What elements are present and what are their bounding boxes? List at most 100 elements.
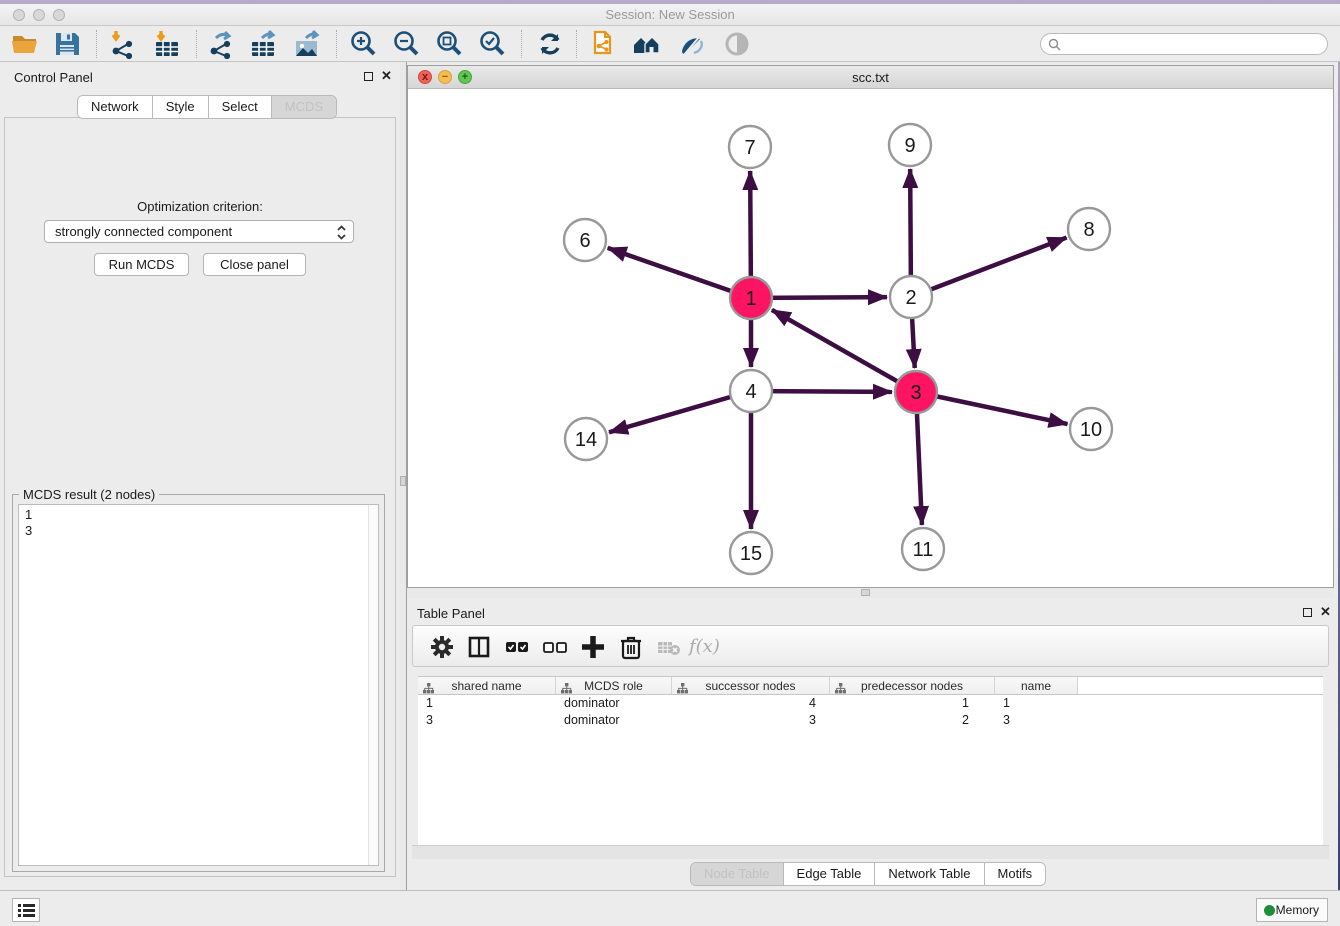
import-table-icon[interactable] xyxy=(152,29,182,59)
horizontal-splitter[interactable] xyxy=(407,588,1334,598)
table-row[interactable]: 1dominator411 xyxy=(418,695,1323,712)
graph-node[interactable]: 9 xyxy=(889,124,931,166)
graph-node-label: 2 xyxy=(905,287,916,309)
hide-selected-icon[interactable] xyxy=(676,29,706,59)
table-cell-predecessor-nodes[interactable]: 2 xyxy=(830,712,995,729)
zoom-in-icon[interactable] xyxy=(348,29,378,59)
table-cell-mcds-role[interactable]: dominator xyxy=(556,695,672,712)
memory-button[interactable]: Memory xyxy=(1256,898,1328,922)
export-network-icon[interactable] xyxy=(206,29,236,59)
mcds-result-textarea[interactable]: 1 3 xyxy=(18,504,379,866)
network-close-button[interactable]: x xyxy=(418,70,432,84)
tab-style[interactable]: Style xyxy=(153,96,209,118)
zoom-fit-icon[interactable] xyxy=(434,29,464,59)
graph-node[interactable]: 3 xyxy=(895,371,937,413)
tab-network[interactable]: Network xyxy=(78,96,153,118)
toolbar-separator xyxy=(576,30,577,58)
delete-column-icon[interactable] xyxy=(616,632,646,662)
float-panel-icon[interactable] xyxy=(1303,608,1312,617)
result-scrollbar[interactable] xyxy=(368,505,378,865)
graph-node[interactable]: 2 xyxy=(890,276,932,318)
network-window-titlebar[interactable]: x − + scc.txt xyxy=(408,66,1333,89)
tab-mcds[interactable]: MCDS xyxy=(272,96,336,118)
import-network-icon[interactable] xyxy=(108,29,138,59)
vertical-splitter[interactable] xyxy=(400,62,407,890)
graph-node[interactable]: 6 xyxy=(564,219,606,261)
graph-node[interactable]: 15 xyxy=(730,532,772,574)
tab-edge-table[interactable]: Edge Table xyxy=(784,863,876,885)
tab-node-table[interactable]: Node Table xyxy=(691,863,784,885)
table-cell-shared-name[interactable]: 3 xyxy=(418,712,556,729)
splitter-handle[interactable] xyxy=(861,589,870,596)
graph-node[interactable]: 1 xyxy=(730,277,772,319)
float-panel-icon[interactable] xyxy=(364,72,373,81)
graph-node-label: 3 xyxy=(910,382,921,404)
table-panel-title: Table Panel xyxy=(417,606,485,621)
table-cell-predecessor-nodes[interactable]: 1 xyxy=(830,695,995,712)
graph-edge[interactable] xyxy=(772,310,916,392)
mcds-result-group: MCDS result (2 nodes) 1 3 xyxy=(12,494,385,872)
table-cell-mcds-role[interactable]: dominator xyxy=(556,712,672,729)
column-header-mcds-role[interactable]: MCDS role xyxy=(556,677,672,694)
refresh-layout-icon[interactable] xyxy=(535,29,565,59)
toolbar-separator xyxy=(196,30,197,58)
table-cell-successor-nodes[interactable]: 4 xyxy=(672,695,830,712)
zoom-selected-icon[interactable] xyxy=(477,29,507,59)
window-minimize-button[interactable] xyxy=(33,9,45,21)
column-header-successor-nodes[interactable]: successor nodes xyxy=(672,677,830,694)
table-cell-name[interactable]: 1 xyxy=(995,695,1078,712)
graph-node[interactable]: 14 xyxy=(565,418,607,460)
node-table: shared name MCDS role successor nodes pr… xyxy=(418,676,1323,846)
table-row[interactable]: 3dominator323 xyxy=(418,712,1323,729)
table-cell-name[interactable]: 3 xyxy=(995,712,1078,729)
deselect-all-rows-icon[interactable] xyxy=(540,632,570,662)
close-panel-icon[interactable]: ✕ xyxy=(1320,604,1331,620)
graph-edge[interactable] xyxy=(916,392,1068,424)
column-header-name[interactable]: name xyxy=(995,677,1078,694)
tree-icon xyxy=(677,681,688,699)
graph-edge[interactable] xyxy=(608,248,751,298)
tab-select[interactable]: Select xyxy=(209,96,272,118)
table-cell-shared-name[interactable]: 1 xyxy=(418,695,556,712)
export-image-icon[interactable] xyxy=(292,29,322,59)
column-header-predecessor-nodes[interactable]: predecessor nodes xyxy=(830,677,995,694)
table-settings-icon[interactable] xyxy=(427,632,457,662)
split-columns-icon[interactable] xyxy=(464,632,494,662)
save-session-icon[interactable] xyxy=(52,29,82,59)
window-zoom-button[interactable] xyxy=(53,9,65,21)
close-panel-button[interactable]: Close panel xyxy=(203,253,306,276)
criterion-dropdown[interactable]: strongly connected component xyxy=(44,220,354,243)
graph-edge[interactable] xyxy=(911,238,1067,297)
memory-status-icon xyxy=(1264,905,1275,916)
graph-node[interactable]: 8 xyxy=(1068,208,1110,250)
graph-node[interactable]: 11 xyxy=(902,528,944,570)
clone-network-icon[interactable] xyxy=(590,29,620,59)
network-minimize-button[interactable]: − xyxy=(438,70,452,84)
select-all-rows-icon[interactable] xyxy=(502,632,532,662)
table-panel-tabs: Node Table Edge Table Network Table Moti… xyxy=(690,862,1046,886)
export-table-icon[interactable] xyxy=(248,29,278,59)
window-close-button[interactable] xyxy=(13,9,25,21)
search-input[interactable] xyxy=(1040,33,1328,55)
column-header-shared-name[interactable]: shared name xyxy=(418,677,556,694)
tab-motifs[interactable]: Motifs xyxy=(985,863,1046,885)
network-window-title: scc.txt xyxy=(408,66,1333,89)
toggle-birdseye-icon[interactable] xyxy=(722,29,752,59)
close-panel-icon[interactable]: ✕ xyxy=(381,68,392,84)
task-history-button[interactable] xyxy=(12,898,40,922)
graph-node[interactable]: 7 xyxy=(729,126,771,168)
show-all-nodes-icon[interactable] xyxy=(632,29,662,59)
table-cell-successor-nodes[interactable]: 3 xyxy=(672,712,830,729)
network-maximize-button[interactable]: + xyxy=(458,70,472,84)
zoom-out-icon[interactable] xyxy=(391,29,421,59)
open-session-icon[interactable] xyxy=(10,29,40,59)
run-mcds-button[interactable]: Run MCDS xyxy=(94,253,189,276)
network-canvas[interactable]: 7 9 6 8 1 2 4 3 14 10 15 11 xyxy=(408,89,1333,587)
table-body: 1dominator4113dominator323 xyxy=(418,695,1323,729)
splitter-handle[interactable] xyxy=(400,476,406,486)
add-column-icon[interactable] xyxy=(578,632,608,662)
graph-node[interactable]: 4 xyxy=(730,370,772,412)
tab-network-table[interactable]: Network Table xyxy=(875,863,984,885)
table-scrollbar-track[interactable] xyxy=(412,845,1329,859)
graph-node[interactable]: 10 xyxy=(1070,408,1112,450)
